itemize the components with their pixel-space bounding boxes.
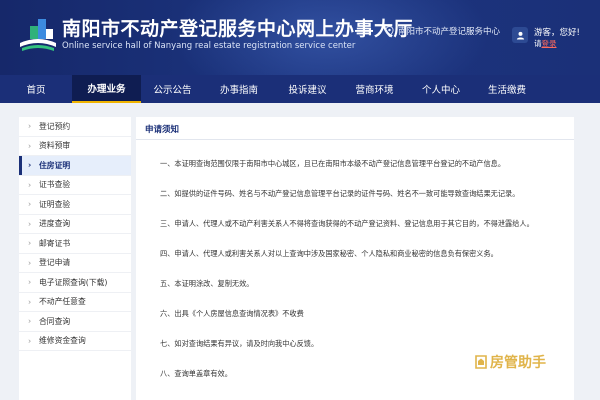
nav-business-environment[interactable]: 营商环境 — [341, 75, 408, 103]
notice-item: 二、如提供的证件号码、姓名与不动产登记信息管理平台记录的证件号码、姓名不一致可能… — [160, 189, 520, 198]
sidebar-item-label: 维修资金查询 — [39, 336, 86, 346]
nav-complaints[interactable]: 投诉建议 — [274, 75, 341, 103]
sidebar-item-label: 住房证明 — [39, 160, 71, 170]
chevron-right-icon: › — [28, 336, 32, 346]
sidebar-item-label: 进度查询 — [39, 219, 71, 229]
location-label: 南阳市不动产登记服务中心 — [398, 27, 501, 37]
sidebar-item-label: 邮寄证书 — [39, 238, 71, 248]
chevron-right-icon: › — [28, 277, 32, 287]
sidebar-item-label: 电子证照查询(下载) — [39, 277, 108, 287]
sidebar-item-housing-certificate[interactable]: › 住房证明 — [19, 156, 131, 176]
notice-item: 三、申请人、代理人或不动产利害关系人不得将查询获得的不动产登记资料、登记信息用于… — [160, 219, 534, 228]
sidebar-item-appointment[interactable]: › 登记预约 — [19, 117, 131, 137]
notice-item: 六、出具《个人房屋信息查询情况表》不收费 — [160, 309, 304, 318]
chevron-right-icon: › — [28, 180, 32, 190]
user-avatar[interactable] — [512, 27, 528, 43]
sidebar-item-label: 证书查验 — [39, 180, 71, 190]
chevron-right-icon: › — [28, 141, 32, 151]
sidebar-item-pre-review[interactable]: › 资料预审 — [19, 137, 131, 156]
sidebar-item-mail-certificate[interactable]: › 邮寄证书 — [19, 234, 131, 254]
sidebar-item-label: 证明查验 — [39, 199, 71, 209]
sidebar-item-progress[interactable]: › 进度查询 — [19, 215, 131, 234]
notice-item: 七、如对查询结果有异议，请及时向我中心反馈。 — [160, 339, 319, 348]
chevron-right-icon: › — [28, 219, 32, 229]
sidebar-item-certificate-verify[interactable]: › 证书查验 — [19, 176, 131, 195]
chevron-right-icon: › — [28, 160, 32, 170]
nav-utility-payment[interactable]: 生活缴费 — [474, 75, 540, 103]
sidebar-item-proof-verify[interactable]: › 证明查验 — [19, 195, 131, 215]
building-logo-icon[interactable] — [18, 17, 58, 53]
sidebar-item-label: 不动产任意查 — [39, 297, 86, 307]
sidebar-item-e-license[interactable]: › 电子证照查询(下载) — [19, 273, 131, 293]
chevron-right-icon: › — [28, 297, 32, 307]
sidebar-item-maintenance-fund[interactable]: › 维修资金查询 — [19, 332, 131, 351]
sidebar-item-label: 资料预审 — [39, 141, 71, 151]
main-nav: 首页 办理业务 公示公告 办事指南 投诉建议 营商环境 个人中心 生活缴费 — [0, 75, 600, 103]
house-assistant-logo-icon — [475, 355, 487, 369]
chevron-right-icon: › — [28, 121, 32, 131]
chevron-right-icon: › — [28, 199, 32, 209]
site-title: 南阳市不动产登记服务中心网上办事大厅 — [62, 18, 414, 40]
notice-item: 四、申请人、代理人或利害关系人对以上查询中涉及国家秘密、个人隐私和商业秘密的信息… — [160, 249, 498, 258]
sidebar-item-property-search[interactable]: › 不动产任意查 — [19, 293, 131, 312]
chevron-right-icon: › — [28, 238, 32, 248]
watermark: 房管助手 — [475, 352, 546, 372]
notice-item: 五、本证明涂改、复制无效。 — [160, 279, 254, 288]
sidebar-item-label: 登记预约 — [39, 121, 71, 131]
sidebar-menu: › 登记预约 › 资料预审 › 住房证明 › 证书查验 › 证明查验 › 进度查询 › 邮寄证… — [19, 117, 131, 400]
user-greeting: 游客，您好! — [534, 28, 580, 38]
nav-personal-center[interactable]: 个人中心 — [408, 75, 474, 103]
content-title: 申请须知 — [145, 125, 180, 135]
sidebar-item-label: 合同查询 — [39, 316, 71, 326]
nav-guide[interactable]: 办事指南 — [204, 75, 274, 103]
chevron-right-icon: › — [28, 258, 32, 268]
nav-announcements[interactable]: 公示公告 — [141, 75, 204, 103]
login-link[interactable]: 登录 — [542, 39, 557, 48]
notice-item: 一、本证明查询范围仅限于南阳市中心城区，且已在南阳市本级不动产登记信息管理平台登… — [160, 159, 506, 168]
login-prompt: 请 — [534, 39, 542, 48]
sidebar-item-contract-query[interactable]: › 合同查询 — [19, 312, 131, 332]
nav-business[interactable]: 办理业务 — [72, 75, 141, 103]
notice-item: 八、查询单盖章有效。 — [160, 369, 232, 378]
site-header: 南阳市不动产登记服务中心网上办事大厅 Online service hall o… — [0, 0, 600, 75]
site-subtitle: Online service hall of Nanyang real esta… — [62, 41, 356, 51]
login-prompt-line: 请登录 — [534, 38, 557, 49]
watermark-text: 房管助手 — [490, 355, 546, 371]
location-pin-icon — [385, 25, 394, 37]
chevron-right-icon: › — [28, 316, 32, 326]
user-icon — [516, 31, 524, 40]
divider — [136, 139, 574, 140]
sidebar-item-registration-apply[interactable]: › 登记申请 — [19, 254, 131, 273]
nav-home[interactable]: 首页 — [0, 75, 72, 103]
sidebar-item-label: 登记申请 — [39, 258, 71, 268]
location-selector[interactable]: 南阳市不动产登记服务中心 — [385, 25, 500, 37]
